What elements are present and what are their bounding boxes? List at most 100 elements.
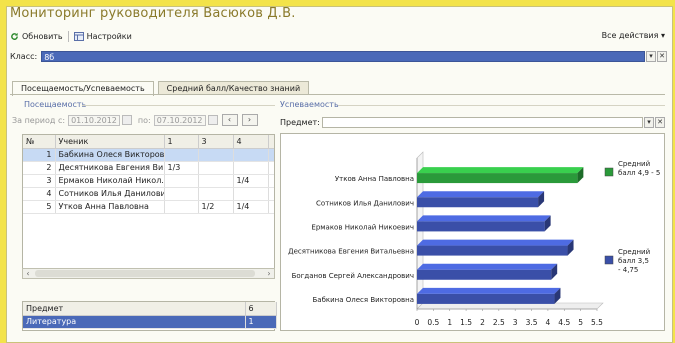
student-name: Десятникова Евгения Ви... — [55, 161, 165, 175]
x-tick-label: 2.5 — [493, 318, 505, 327]
day-cell: 1/4 — [233, 200, 269, 214]
toolbar: Обновить Настройки — [10, 30, 132, 42]
day-cell — [198, 174, 234, 188]
column-header[interactable]: 1 — [164, 135, 199, 149]
student-name: Утков Анна Павловна — [55, 200, 165, 214]
day-cell — [268, 200, 274, 214]
bar-top — [417, 287, 561, 294]
category-label: Богданов Сергей Александрович — [292, 272, 414, 280]
legend-label: Средний балл 3,5- 4,75 — [618, 248, 650, 274]
category-label: Сотников Илья Данилович — [316, 199, 414, 207]
x-tick-label: 0.5 — [427, 318, 439, 327]
calendar-icon[interactable] — [121, 115, 132, 125]
bar — [417, 173, 578, 184]
page-title: Мониторинг руководителя Васюков Д.В. — [10, 6, 296, 21]
period-from-field[interactable]: 01.10.2012 — [68, 114, 120, 126]
bar — [417, 197, 539, 208]
x-tick-label: 0 — [415, 318, 420, 327]
class-field[interactable]: 8б — [41, 50, 645, 62]
day-cell — [268, 161, 274, 175]
row-number: 2 — [23, 161, 56, 175]
table-header-row: № Ученик 1 3 4 — [23, 135, 274, 149]
period-row: За период с: 01.10.2012 по: 07.10.2012 ‹… — [12, 114, 258, 126]
chevron-left-icon: ‹ — [227, 115, 232, 124]
column-header[interactable]: № — [23, 135, 56, 149]
prev-period-button[interactable]: ‹ — [221, 114, 238, 126]
settings-label: Настройки — [86, 31, 132, 41]
day-cell — [164, 200, 199, 214]
row-number: 4 — [23, 187, 56, 201]
x-tick-label: 3 — [513, 318, 518, 327]
column-header[interactable]: Ученик — [55, 135, 165, 149]
table-row[interactable]: 1 Бабкина Олеся Викторовна — [23, 148, 274, 162]
category-label: Утков Анна Павловна — [335, 175, 414, 183]
x-tick-label: 4 — [546, 318, 551, 327]
class-label: Класс: — [10, 51, 38, 61]
performance-chart: Утков Анна Павловна Сотников Илья Данилов… — [280, 133, 665, 331]
period-to-field[interactable]: 07.10.2012 — [153, 114, 206, 126]
calendar-icon[interactable] — [207, 115, 218, 125]
scroll-left-icon[interactable]: ‹ — [23, 269, 33, 278]
subject-row: Предмет: ▾ ✕ — [280, 116, 665, 128]
subject-clear-button[interactable]: ✕ — [655, 116, 665, 128]
subject-value: 1 — [245, 315, 277, 329]
chart-svg: Утков Анна Павловна Сотников Илья Данилов… — [288, 151, 660, 327]
subjects-table: Предмет 6 Литература 1 — [22, 301, 277, 331]
toolbar-divider — [67, 30, 69, 42]
x-tick-label: 1 — [447, 318, 452, 327]
horizontal-scrollbar[interactable]: ‹ › — [22, 268, 275, 279]
legend-swatch — [604, 167, 614, 177]
day-cell — [233, 161, 269, 175]
bar-top — [417, 239, 574, 246]
day-cell — [198, 187, 234, 201]
legend-swatch — [604, 255, 614, 265]
class-dropdown-button[interactable]: ▾ — [646, 50, 656, 62]
column-header[interactable]: 3 — [198, 135, 234, 149]
table-row[interactable]: Литература 1 — [23, 315, 277, 329]
day-cell — [198, 148, 234, 162]
column-header[interactable]: 6 — [245, 302, 277, 316]
attendance-table: № Ученик 1 3 4 1 Бабкина Олеся Викторовн… — [22, 134, 275, 279]
day-cell — [233, 148, 269, 162]
column-header[interactable]: 4 — [233, 135, 269, 149]
row-number: 1 — [23, 148, 56, 162]
scroll-thumb[interactable] — [35, 270, 255, 277]
x-tick-label: 5 — [578, 318, 583, 327]
settings-icon — [73, 31, 84, 41]
day-cell — [164, 187, 199, 201]
tab-average-score[interactable]: Средний балл/Качество знаний — [157, 81, 310, 95]
table-header-row: Предмет 6 — [23, 302, 277, 316]
bar-top — [417, 191, 545, 198]
period-to-label: по: — [137, 115, 151, 125]
bar — [417, 269, 552, 280]
row-number: 5 — [23, 200, 56, 214]
table-row[interactable]: 5 Утков Анна Павловна 1/2 1/4 — [23, 200, 274, 214]
x-tick-label: 3.5 — [526, 318, 538, 327]
subject-dropdown-button[interactable]: ▾ — [644, 116, 654, 128]
next-period-button[interactable]: › — [241, 114, 258, 126]
day-cell — [268, 187, 274, 201]
subject-field[interactable] — [321, 116, 643, 128]
performance-group-label: Успеваемость — [280, 100, 339, 109]
attendance-divider — [82, 105, 275, 106]
subject-label: Предмет: — [280, 117, 320, 127]
settings-button[interactable]: Настройки — [73, 31, 132, 41]
all-actions-menu[interactable]: Все действия ▾ — [602, 31, 665, 40]
day-cell — [268, 148, 274, 162]
column-header[interactable] — [268, 135, 274, 149]
scroll-right-icon[interactable]: › — [264, 269, 274, 278]
x-tick-label: 5.5 — [591, 318, 603, 327]
column-header[interactable]: Предмет — [23, 302, 246, 316]
day-cell: 1/3 — [164, 161, 199, 175]
table-row[interactable]: 2 Десятникова Евгения Ви... 1/3 — [23, 161, 274, 175]
row-number: 3 — [23, 174, 56, 188]
period-from-label: За период с: — [12, 115, 66, 125]
table-row[interactable]: 3 Ермаков Николай Никол... 1/4 — [23, 174, 274, 188]
refresh-button[interactable]: Обновить — [10, 32, 63, 41]
category-label: Ермаков Николай Никоевич — [311, 223, 414, 231]
class-clear-button[interactable]: ✕ — [657, 50, 667, 62]
day-cell — [268, 174, 274, 188]
bar — [417, 221, 545, 232]
chevron-right-icon: › — [247, 115, 252, 124]
table-row[interactable]: 4 Сотников Илья Данилович — [23, 187, 274, 201]
